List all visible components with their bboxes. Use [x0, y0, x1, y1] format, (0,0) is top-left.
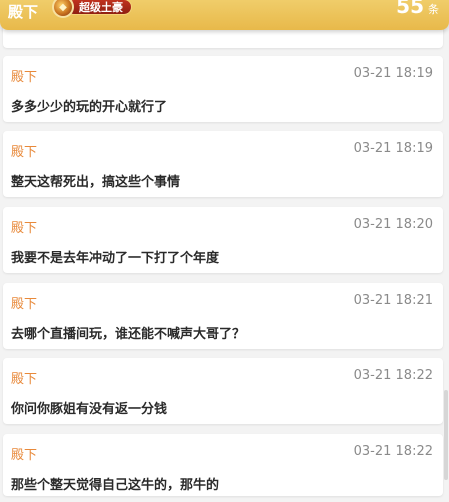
- message-count-value: 55: [396, 0, 424, 18]
- message-text: 去哪个直播间玩，谁还能不喊声大哥了？: [11, 327, 246, 342]
- sender-name[interactable]: 殿下: [11, 217, 37, 236]
- header-user-name[interactable]: 殿下: [8, 1, 38, 22]
- message-time: 03-21 18:22: [353, 368, 433, 383]
- level-badge: ◆ 超级土豪: [52, 0, 140, 18]
- sender-name[interactable]: 殿下: [11, 293, 37, 312]
- message-count: 55 条: [396, 0, 439, 18]
- message-text: 多多少少的玩的开心就行了: [11, 100, 168, 115]
- badge-label: 超级土豪: [66, 0, 132, 15]
- message-time: 03-21 18:19: [353, 66, 433, 81]
- message-time: 03-21 18:19: [353, 141, 433, 156]
- message-card[interactable]: 殿下 03-21 18:22 那些个整天觉得自己这牛的，那牛的: [3, 434, 443, 496]
- message-card[interactable]: 殿下 03-21 18:22 你问你豚姐有没有返一分钱: [3, 358, 443, 424]
- message-card[interactable]: 殿下 03-21 18:19 多多少少的玩的开心就行了: [3, 56, 443, 122]
- message-card[interactable]: 殿下 03-21 18:20 我要不是去年冲动了一下打了个年度: [3, 207, 443, 273]
- sender-name[interactable]: 殿下: [11, 368, 37, 387]
- user-summary-header: 殿下 ◆ 超级土豪 55 条: [0, 0, 449, 30]
- message-card[interactable]: 殿下 03-21 18:19 整天这帮死出，搞这些个事情: [3, 131, 443, 197]
- sender-name[interactable]: 殿下: [11, 141, 37, 160]
- scrollbar-thumb[interactable]: [444, 390, 448, 480]
- sender-name[interactable]: 殿下: [11, 444, 37, 463]
- badge-emblem-icon: ◆: [52, 0, 74, 18]
- sender-name[interactable]: 殿下: [11, 66, 37, 85]
- message-time: 03-21 18:21: [353, 293, 433, 308]
- message-text: 你问你豚姐有没有返一分钱: [11, 402, 168, 417]
- message-list[interactable]: 殿下 03-21 18:19 多多少少的玩的开心就行了 殿下 03-21 18:…: [0, 0, 449, 502]
- message-text: 我要不是去年冲动了一下打了个年度: [11, 251, 220, 266]
- scrollbar[interactable]: [444, 60, 448, 490]
- message-time: 03-21 18:20: [353, 217, 433, 232]
- message-time: 03-21 18:22: [353, 444, 433, 459]
- message-count-unit: 条: [428, 3, 439, 16]
- message-text: 那些个整天觉得自己这牛的，那牛的: [11, 478, 220, 493]
- message-text: 整天这帮死出，搞这些个事情: [11, 175, 181, 190]
- message-card[interactable]: 殿下 03-21 18:21 去哪个直播间玩，谁还能不喊声大哥了？: [3, 283, 443, 349]
